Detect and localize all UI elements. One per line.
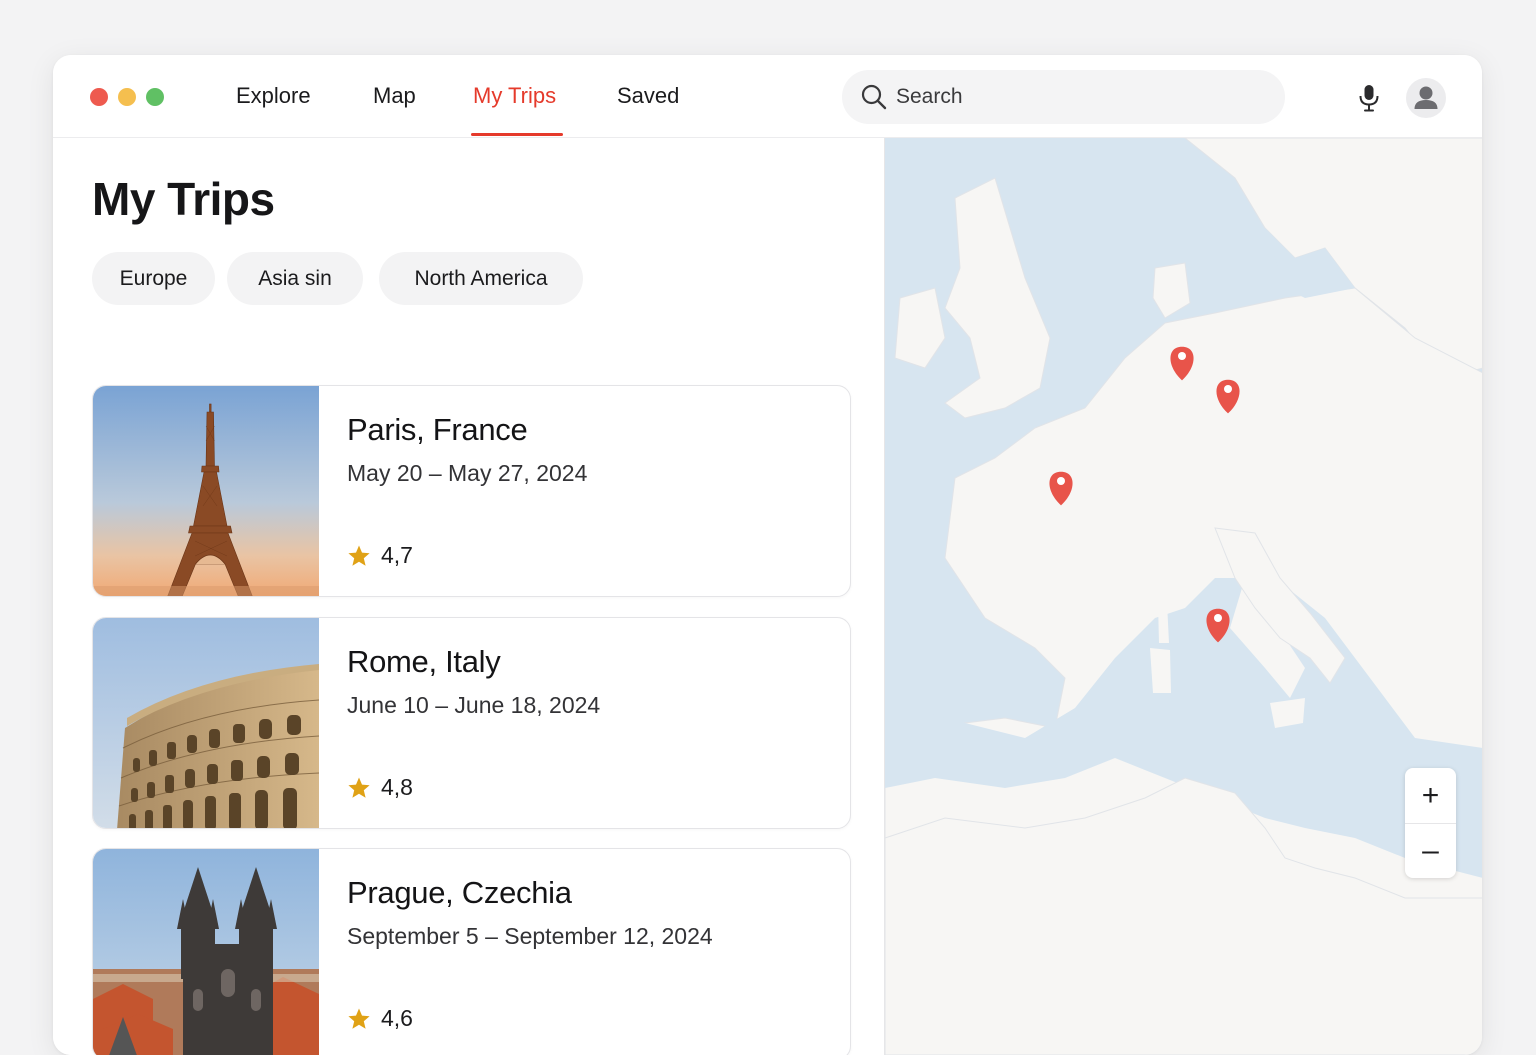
map-view[interactable]: + –	[884, 138, 1482, 1055]
trip-city: Rome, Italy	[347, 644, 501, 679]
top-bar: Explore Map My Trips Saved	[53, 55, 1482, 138]
user-icon	[1414, 86, 1438, 109]
window-controls	[90, 88, 164, 106]
trips-panel: My Trips Europe Asia sin North America P…	[53, 138, 884, 1055]
search-bar[interactable]	[842, 70, 1285, 124]
trip-card-rome[interactable]: Rome, Italy June 10 – June 18, 2024 4,8	[92, 617, 851, 829]
tab-my-trips[interactable]: My Trips	[473, 83, 556, 109]
zoom-in-button[interactable]: +	[1405, 768, 1456, 823]
trip-rating: 4,8	[347, 774, 413, 801]
tab-explore[interactable]: Explore	[236, 83, 311, 109]
filter-chip-europe[interactable]: Europe	[92, 252, 215, 305]
rating-value: 4,7	[381, 542, 413, 568]
rating-value: 4,6	[381, 1005, 413, 1031]
tab-saved[interactable]: Saved	[617, 83, 679, 109]
trip-city: Prague, Czechia	[347, 875, 572, 910]
minimize-window-button[interactable]	[118, 88, 136, 106]
filter-chip-asia[interactable]: Asia sin	[227, 252, 363, 305]
zoom-window-button[interactable]	[146, 88, 164, 106]
trip-dates: June 10 – June 18, 2024	[347, 692, 601, 718]
active-tab-indicator	[471, 133, 563, 136]
star-icon	[348, 545, 370, 566]
tab-map[interactable]: Map	[373, 83, 416, 109]
search-icon	[861, 84, 887, 110]
star-icon	[348, 1008, 370, 1029]
zoom-out-button[interactable]: –	[1405, 823, 1456, 878]
tyn-church-photo	[93, 849, 319, 1055]
close-window-button[interactable]	[90, 88, 108, 106]
trip-city: Paris, France	[347, 412, 528, 447]
filter-chip-north-america[interactable]: North America	[379, 252, 583, 305]
trip-rating: 4,7	[347, 542, 413, 569]
app-window: Explore Map My Trips Saved My Trips	[53, 55, 1482, 1055]
trip-card-paris[interactable]: Paris, France May 20 – May 27, 2024 4,7	[92, 385, 851, 597]
europe-map[interactable]	[885, 138, 1482, 1055]
trip-rating: 4,6	[347, 1005, 413, 1032]
trip-dates: September 5 – September 12, 2024	[347, 923, 713, 949]
page-title: My Trips	[92, 173, 275, 225]
zoom-control: + –	[1405, 768, 1456, 878]
user-avatar[interactable]	[1406, 78, 1446, 118]
trip-dates: May 20 – May 27, 2024	[347, 460, 588, 486]
star-icon	[348, 777, 370, 798]
eiffel-tower-photo	[93, 386, 319, 596]
colosseum-photo	[93, 618, 319, 828]
rating-value: 4,8	[381, 774, 413, 800]
microphone-icon[interactable]	[1356, 83, 1382, 113]
search-input[interactable]	[896, 70, 1266, 124]
